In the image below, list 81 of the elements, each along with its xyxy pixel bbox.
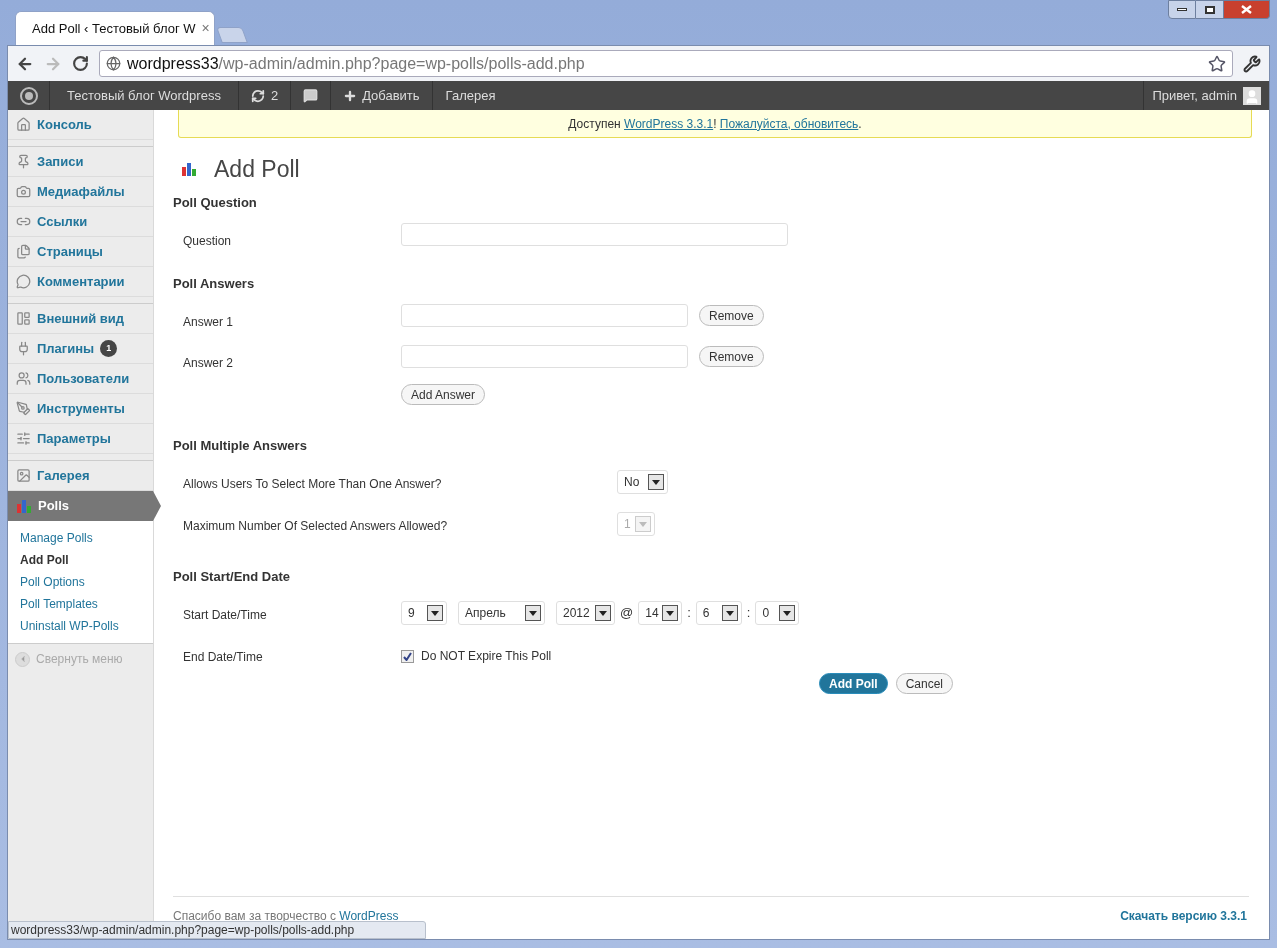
menu-icon	[16, 311, 31, 326]
menu-item[interactable]: Внешний вид	[8, 304, 153, 334]
field-label: End Date/Time	[182, 649, 264, 666]
close-icon	[1241, 5, 1252, 14]
menu-item[interactable]: Записи	[8, 147, 153, 177]
field-label: Answer 1	[182, 314, 235, 331]
dropdown[interactable]: No	[617, 470, 668, 494]
page-title: Add Poll	[214, 154, 300, 184]
reload-icon[interactable]	[72, 55, 89, 72]
refresh-icon	[250, 88, 265, 103]
separator-text: :	[687, 604, 691, 623]
menu-item[interactable]: Параметры	[8, 424, 153, 454]
wordpress-link[interactable]: WordPress	[339, 909, 399, 923]
menu-icon	[16, 244, 31, 259]
submenu-link[interactable]: Poll Options	[8, 571, 153, 593]
dropdown[interactable]: Апрель	[458, 601, 545, 625]
pill-button[interactable]: Remove	[699, 346, 764, 367]
menu-item[interactable]: Пользователи	[8, 364, 153, 394]
menu-icon	[16, 154, 31, 169]
bar-chart-icon	[16, 499, 32, 513]
menu-item[interactable]: Страницы	[8, 237, 153, 267]
submenu-link[interactable]: Uninstall WP-Polls	[8, 615, 153, 637]
menu-icon	[16, 184, 31, 199]
menu-item[interactable]: Комментарии	[8, 267, 153, 297]
section-heading: Poll Start/End Date	[173, 569, 292, 585]
add-poll-button[interactable]: Add Poll	[819, 673, 888, 694]
field-label: Maximum Number Of Selected Answers Allowed?	[182, 518, 449, 535]
address-bar[interactable]: wordpress33/wp-admin/admin.php?page=wp-polls/polls-add.php	[99, 50, 1233, 77]
pill-button[interactable]: Add Answer	[401, 384, 486, 405]
dropdown[interactable]: 2012	[556, 601, 615, 625]
bookmark-star-icon[interactable]	[1208, 54, 1226, 73]
update-notice: Доступен WordPress 3.3.1! Пожалуйста, обновитесь.	[178, 110, 1252, 138]
checkbox-label: Do NOT Expire This Poll	[421, 648, 552, 665]
field-label: Start Date/Time	[182, 607, 268, 624]
separator-text: @	[620, 604, 634, 623]
browser-tab[interactable]: Add Poll ‹ Тестовый блог W ×	[15, 11, 215, 45]
comment-icon[interactable]	[303, 88, 319, 103]
menu-icon	[16, 401, 31, 416]
count-badge: 1	[100, 340, 118, 357]
submenu-link[interactable]: Manage Polls	[8, 527, 153, 549]
menu-item[interactable]: Ссылки	[8, 207, 153, 237]
avatar-icon	[1243, 86, 1261, 105]
status-bubble: wordpress33/wp-admin/admin.php?page=wp-polls/polls-add.php	[8, 921, 426, 939]
dropdown[interactable]: 6	[695, 601, 742, 625]
menu-icon	[16, 341, 31, 356]
globe-icon	[106, 56, 121, 71]
pill-button[interactable]: Cancel	[895, 673, 953, 694]
section-heading: Poll Multiple Answers	[173, 438, 308, 454]
collapse-icon	[15, 651, 30, 667]
submenu-link[interactable]: Add Poll	[8, 549, 153, 571]
minimize-button[interactable]	[1168, 0, 1196, 19]
bar-chart-icon	[181, 162, 197, 176]
submenu-link[interactable]: Poll Templates	[8, 593, 153, 615]
field-label: Allows Users To Select More Than One Answer?	[182, 476, 443, 493]
menu-item[interactable]: Плагины 1	[8, 334, 153, 364]
settings-icon[interactable]	[1243, 54, 1261, 73]
section-heading: Poll Answers	[173, 276, 256, 292]
checkbox[interactable]	[401, 649, 414, 663]
menu-item[interactable]: Polls	[8, 491, 153, 521]
field-label: Answer 2	[182, 355, 235, 372]
menu-item[interactable]: Консоль	[8, 110, 153, 140]
close-button[interactable]	[1224, 0, 1270, 19]
menu-item[interactable]: Медиафайлы	[8, 177, 153, 207]
download-version-link[interactable]: Скачать версию 3.3.1	[1120, 907, 1247, 925]
dropdown[interactable]: 9	[401, 601, 447, 625]
section-heading: Poll Question	[173, 195, 258, 211]
pill-button[interactable]: Remove	[699, 305, 764, 326]
maximize-button[interactable]	[1196, 0, 1224, 19]
menu-icon	[16, 468, 31, 483]
dropdown[interactable]: 14	[638, 601, 683, 625]
menu-item[interactable]: Инструменты	[8, 394, 153, 424]
gallery-link[interactable]: Галерея	[432, 81, 509, 110]
menu-icon	[16, 117, 31, 132]
dropdown[interactable]: 0	[755, 601, 800, 625]
close-icon[interactable]: ×	[201, 18, 210, 39]
plus-icon	[343, 88, 358, 103]
menu-icon	[16, 431, 31, 446]
menu-icon	[16, 274, 31, 289]
separator-text: :	[746, 604, 751, 623]
field-label: Question	[182, 233, 233, 250]
menu-icon	[16, 371, 31, 386]
